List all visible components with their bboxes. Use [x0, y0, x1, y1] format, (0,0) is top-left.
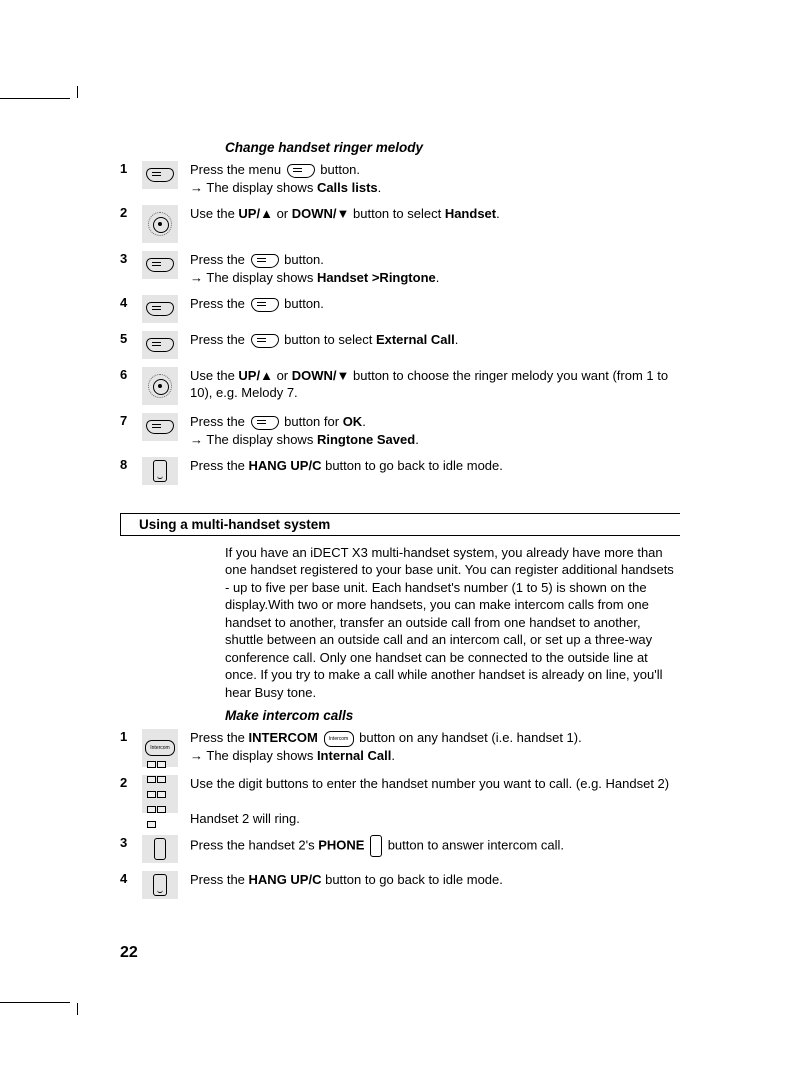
- menu-icon: [146, 338, 174, 352]
- step-number: 4: [120, 871, 142, 888]
- step-icon-box: [142, 205, 178, 243]
- step-number: 4: [120, 295, 142, 312]
- menu-icon: [146, 258, 174, 272]
- menu-icon: [251, 334, 279, 348]
- multi-handset-paragraph: If you have an iDECT X3 multi-handset sy…: [225, 544, 680, 702]
- section-title-ringer: Change handset ringer melody: [225, 140, 680, 155]
- menu-icon: [146, 302, 174, 316]
- step-text: Press the button.→ The display shows Han…: [190, 251, 680, 287]
- keypad-icon: [147, 756, 173, 831]
- content-area: Change handset ringer melody 1 Press the …: [120, 140, 680, 907]
- step-number: 3: [120, 251, 142, 268]
- subsection-title: Using a multi-handset system: [121, 514, 680, 536]
- step-text: Press the button for OK.→ The display sh…: [190, 413, 680, 449]
- section-title-intercom: Make intercom calls: [225, 708, 680, 723]
- menu-icon: [287, 164, 315, 178]
- step-text: Press the handset 2's PHONE button to an…: [190, 835, 680, 857]
- step-icon-box: [142, 295, 178, 323]
- step-number: 1: [120, 729, 142, 746]
- step-number: 7: [120, 413, 142, 430]
- menu-icon: [251, 416, 279, 430]
- step-row: 2 Use the UP/▲ or DOWN/▼ button to select…: [120, 205, 680, 243]
- step-row: 7 Press the button for OK.→ The display s…: [120, 413, 680, 449]
- step-icon-box: [142, 367, 178, 405]
- step-icon-box: [142, 457, 178, 485]
- step-icon-box: [142, 835, 178, 863]
- step-row: 1 Press the menu button.→ The display sho…: [120, 161, 680, 197]
- page-number: 22: [120, 944, 138, 962]
- step-text: Use the UP/▲ or DOWN/▼ button to choose …: [190, 367, 680, 402]
- step-text: Press the button to select External Call…: [190, 331, 680, 349]
- nav-icon: [148, 374, 172, 398]
- step-text: Press the INTERCOM Intercom button on an…: [190, 729, 680, 765]
- step-text: Use the UP/▲ or DOWN/▼ button to select …: [190, 205, 680, 223]
- step-number: 1: [120, 161, 142, 178]
- step-icon-box: [142, 251, 178, 279]
- step-row: 4 Press the HANG UP/C button to go back t…: [120, 871, 680, 899]
- crop-mark: [0, 98, 70, 99]
- step-icon-box: [142, 413, 178, 441]
- step-number: 3: [120, 835, 142, 852]
- step-row: 6 Use the UP/▲ or DOWN/▼ button to choose…: [120, 367, 680, 405]
- nav-icon: [148, 212, 172, 236]
- step-row: 4 Press the button.: [120, 295, 680, 323]
- crop-mark: [77, 1003, 78, 1015]
- page: Change handset ringer melody 1 Press the …: [0, 0, 794, 1067]
- step-icon-box: [142, 331, 178, 359]
- step-text: Press the HANG UP/C button to go back to…: [190, 457, 680, 475]
- step-number: 2: [120, 205, 142, 222]
- step-row: 8 Press the HANG UP/C button to go back t…: [120, 457, 680, 485]
- step-text: Press the menu button.→ The display show…: [190, 161, 680, 197]
- step-icon-box: [142, 871, 178, 899]
- step-row: 3 Press the button.→ The display shows Ha…: [120, 251, 680, 287]
- crop-mark: [77, 86, 78, 98]
- step-text: Press the HANG UP/C button to go back to…: [190, 871, 680, 889]
- subsection-box: Using a multi-handset system: [120, 513, 680, 536]
- step-text: Use the digit buttons to enter the hands…: [190, 775, 680, 828]
- step-icon-box: [142, 161, 178, 189]
- phone-icon: [370, 835, 382, 857]
- step-row: 5 Press the button to select External Cal…: [120, 331, 680, 359]
- step-icon-box: [142, 775, 178, 813]
- hangup-icon: [153, 874, 167, 896]
- menu-icon: [251, 254, 279, 268]
- step-row: 1IntercomPress the INTERCOM Intercom but…: [120, 729, 680, 767]
- step-row: 3 Press the handset 2's PHONE button to a…: [120, 835, 680, 863]
- step-number: 5: [120, 331, 142, 348]
- hangup-icon: [153, 460, 167, 482]
- step-number: 2: [120, 775, 142, 792]
- intercom-icon: Intercom: [145, 740, 175, 756]
- menu-icon: [251, 298, 279, 312]
- step-number: 6: [120, 367, 142, 384]
- step-row: 2 Use the digit buttons to enter the hand…: [120, 775, 680, 828]
- phone-icon: [154, 838, 166, 860]
- intercom-icon: Intercom: [324, 731, 354, 747]
- crop-mark: [0, 1002, 70, 1003]
- menu-icon: [146, 168, 174, 182]
- step-number: 8: [120, 457, 142, 474]
- step-text: Press the button.: [190, 295, 680, 313]
- menu-icon: [146, 420, 174, 434]
